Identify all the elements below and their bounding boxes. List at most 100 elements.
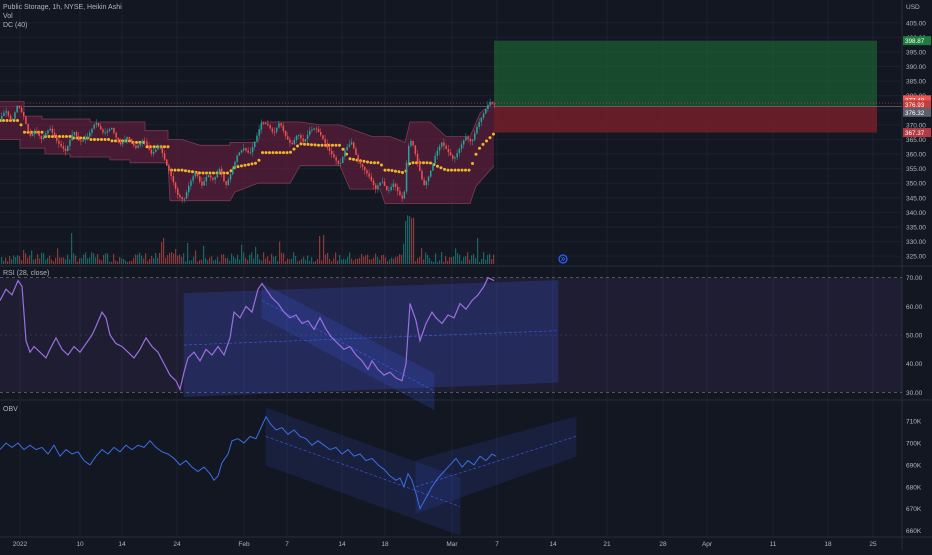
candle-body [262,122,265,124]
volume-bar [59,257,61,264]
donchian-basis-dot [439,166,443,170]
currency-label: USD [906,4,920,11]
candle-body [364,167,366,171]
candle-body [102,129,104,133]
volume-bar [493,254,495,264]
candle-body [227,179,230,185]
volume-bar [365,255,367,264]
volume-bar [169,252,171,264]
volume-bar [197,261,199,264]
price-axis-tick: 365.00 [906,137,926,144]
volume-bar [443,261,445,264]
volume-bar [363,256,365,264]
volume-bar [433,261,435,264]
candle-body [64,148,67,152]
volume-bar [359,257,361,264]
candle-body [337,160,340,164]
volume-bar [209,257,211,264]
price-axis-tick: 360.00 [906,152,926,159]
volume-bar [167,254,169,264]
volume-bar [309,261,311,264]
volume-bar [451,257,453,264]
rsi-pane[interactable]: 70.00 60.00 50.00 40.00 30.00 [0,275,923,411]
volume-bar [57,248,59,264]
chart-root[interactable]: 70.00 60.00 50.00 40.00 30.00 710K 700K 690K 68… [0,0,932,550]
candle-body [339,163,342,164]
chart-canvas[interactable]: 70.00 60.00 50.00 40.00 30.00 710K 700K 690K 68… [0,0,932,550]
volume-bar [479,261,481,264]
candle-body [108,129,111,131]
candle-body [458,148,461,154]
candle-body [375,184,377,189]
volume-bar [213,260,215,264]
volume-bar [299,260,301,264]
candle-body [212,177,214,180]
obv-axis-tick: 680K [906,484,922,491]
volume-bar [277,261,279,264]
candle-body [73,132,76,135]
donchian-indicator-label[interactable]: DC (40) [3,21,122,30]
volume-bar [47,257,49,264]
donchian-basis-dot [264,151,268,155]
candle-body [185,192,188,199]
candle-body [265,122,267,124]
donchian-basis-dot [191,170,194,174]
volume-bar [313,261,315,264]
volume-indicator-label[interactable]: Vol [3,12,122,21]
volume-bar [211,256,213,264]
candle-body [60,143,62,147]
volume-bar [195,250,197,264]
volume-bar [283,253,285,264]
volume-bar [23,249,25,264]
donchian-basis-dot [467,168,471,172]
candle-body [355,148,357,155]
volume-bar [39,258,41,264]
volume-bar [301,258,303,264]
candle-body [155,149,157,152]
symbol-title[interactable]: Public Storage, 1h, NYSE, Heikin Ashi [3,3,122,12]
volume-bar [85,252,87,264]
candle-body [126,137,128,140]
volume-bar [101,260,103,264]
candle-body [344,150,346,157]
candle-body [97,122,100,127]
volume-bar [89,257,91,264]
volume-bar [369,259,371,264]
candle-body [300,135,302,139]
rsi-indicator-label[interactable]: RSI (28, close) [3,269,49,278]
obv-indicator-label[interactable]: OBV [3,405,18,414]
candle-body [465,136,467,141]
donchian-basis-dot [19,123,23,127]
candle-body [203,181,205,186]
candle-body [326,143,329,148]
volume-bar [423,259,425,264]
volume-bar [291,258,293,264]
candle-body [172,176,175,183]
candle-body [331,150,333,155]
donchian-basis-dot [114,139,117,143]
candle-body [443,142,445,146]
volume-bar [117,261,119,264]
candle-body [361,163,364,168]
time-axis-tick: 7 [285,541,289,548]
volume-bar [17,255,19,264]
volume-bar [431,261,433,264]
candle-body [159,146,161,148]
candle-body [80,140,82,142]
volume-bar [247,259,249,264]
candle-body [306,134,309,140]
volume-bar [163,237,165,264]
candle-body [91,128,93,133]
candle-body [328,147,331,151]
candle-body [20,107,23,113]
candle-body [405,162,408,192]
candle-body [236,155,238,162]
volume-bar [125,260,127,264]
candle-body [25,116,27,124]
volume-bar [483,252,485,264]
donchian-basis-dot [184,169,187,173]
time-axis-tick: 14 [549,541,557,548]
volume-bar [227,258,229,264]
candle-body [190,180,192,186]
candle-body [445,145,447,149]
